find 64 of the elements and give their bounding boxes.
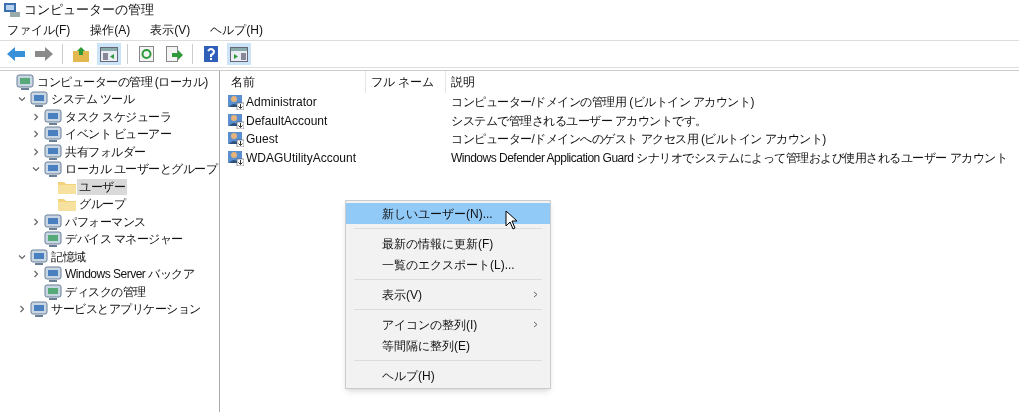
help-icon [204,46,218,62]
tree-item[interactable]: Windows Server バックア [63,266,197,283]
tree-item[interactable]: ローカル ユーザーとグループ [63,161,219,178]
user-name[interactable]: WDAGUtilityAccount [246,148,357,167]
menu-item[interactable]: 表示(V) [147,20,194,39]
tree-item[interactable]: デバイス マネージャー [63,231,185,248]
tree-item[interactable]: パフォーマンス [63,213,148,230]
computer-management-icon [4,2,20,17]
table-cell-text: Windows Defender Application Guard シナリオでシステムによって管理および使用されるユーザー アカウント [450,149,1008,167]
expanded-chevron-icon[interactable] [32,165,40,174]
folder-icon [57,179,76,194]
console-tree-icon [100,46,118,62]
collapsed-chevron-icon[interactable] [32,147,40,156]
menu-item[interactable]: ヘルプ(H) [207,20,266,39]
menu-item[interactable]: 操作(A) [87,20,134,39]
tree-item[interactable]: ユーザー [77,178,127,195]
context-menu-item[interactable]: 表示(V) [346,284,550,305]
tree-item[interactable]: タスク スケジューラ [63,108,174,125]
mouse-pointer-icon [505,210,518,230]
user-icon [228,94,244,111]
context-menu-item[interactable]: ヘルプ(H) [346,365,550,386]
expanded-chevron-icon[interactable] [18,95,26,104]
user-name[interactable]: DefaultAccount [246,111,328,130]
table-cell-text: コンピューター/ドメインの管理用 (ビルトイン アカウント) [450,94,754,112]
context-menu-item[interactable]: アイコンの整列(I) [346,314,550,335]
tree-item[interactable]: イベント ビューアー [63,126,174,143]
collapsed-chevron-icon[interactable] [32,217,40,226]
table-cell-text: システムで管理されるユーザー アカウントです。 [450,112,707,130]
column-header[interactable]: 説明 [446,71,1019,93]
column-header[interactable]: 名前 [226,71,366,93]
tree-item[interactable]: システム ツール [49,91,137,108]
collapsed-chevron-icon[interactable] [18,305,26,314]
column-header[interactable]: フル ネーム [366,71,446,93]
collapsed-chevron-icon[interactable] [32,130,40,139]
window-title: コンピューターの管理 [24,0,154,19]
context-menu-item[interactable]: 最新の情報に更新(F) [346,233,550,254]
menu-item[interactable]: ファイル(F) [4,20,74,39]
user-name[interactable]: Administrator [246,93,317,112]
table-cell-text: コンピューター/ドメインへのゲスト アクセス用 (ビルトイン アカウント) [450,131,826,149]
tree-item[interactable]: コンピューターの管理 (ローカル) [35,73,210,90]
export-list-icon [165,46,183,62]
folder-icon [57,197,76,212]
tree-item[interactable]: サービスとアプリケーション [49,301,203,318]
tree-item[interactable]: ディスクの管理 [63,283,148,300]
tree-item[interactable]: 共有フォルダー [63,143,148,160]
context-menu-item[interactable]: 一覧のエクスポート(L)... [346,254,550,275]
collapsed-chevron-icon[interactable] [32,270,40,279]
folder-up-icon [73,46,89,62]
forward-arrow-icon [35,47,53,61]
toolbar-button[interactable] [97,43,121,65]
user-icon [228,112,244,129]
refresh-icon [138,46,154,62]
toolbar-button[interactable] [227,43,251,65]
tree-item[interactable]: 記憶域 [49,248,88,265]
user-icon [228,131,244,148]
context-menu-item[interactable]: 等間隔に整列(E) [346,335,550,356]
user-name[interactable]: Guest [246,130,278,149]
user-icon [228,149,244,166]
tree-item[interactable]: グループ [77,196,127,213]
action-pane-icon [230,46,248,62]
collapsed-chevron-icon[interactable] [32,112,40,121]
back-arrow-icon [7,47,25,61]
context-menu-item[interactable]: 新しいユーザー(N)... [346,203,550,224]
expanded-chevron-icon[interactable] [18,252,26,261]
